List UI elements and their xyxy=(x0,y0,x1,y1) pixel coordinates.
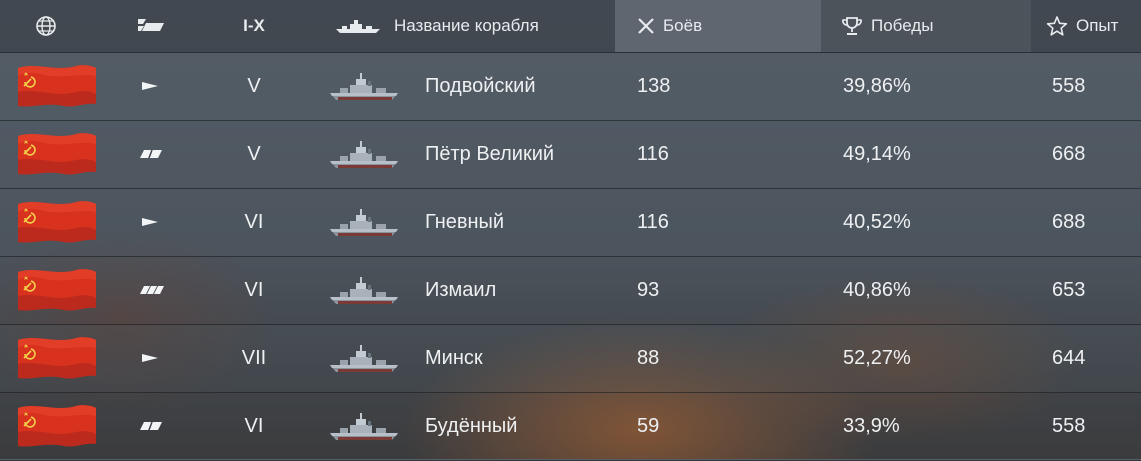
xp-cell: 668 xyxy=(1052,143,1086,165)
xp-cell: 688 xyxy=(1052,211,1086,233)
tier-cell: VI xyxy=(244,211,264,233)
battles-cell: 59 xyxy=(637,415,660,437)
winrate-cell: 33,9% xyxy=(843,415,900,437)
ussr-flag-icon xyxy=(16,266,98,314)
tier-cell: VII xyxy=(241,347,267,369)
battles-cell: 138 xyxy=(637,75,671,97)
star-icon xyxy=(1046,15,1068,37)
xp-cell: 653 xyxy=(1052,279,1086,301)
ship-type-icon xyxy=(136,17,166,35)
table-row[interactable]: VI Измаил 93 40,86% 653 xyxy=(0,257,1141,325)
ship-image xyxy=(328,139,400,173)
destroyer-type-icon xyxy=(142,354,158,362)
destroyer-type-icon xyxy=(142,82,158,90)
ship-rows: V Подвойский 138 39,86% 558 V Пётр Велик… xyxy=(0,53,1141,461)
destroyer-type-icon xyxy=(142,218,158,226)
winrate-cell: 39,86% xyxy=(843,75,911,97)
winrate-cell: 52,27% xyxy=(843,347,911,369)
ussr-flag-icon xyxy=(16,198,98,246)
ship-name-cell: Будённый xyxy=(425,415,518,437)
winrate-cell: 40,52% xyxy=(843,211,911,233)
ship-image xyxy=(328,275,400,309)
table-row[interactable]: VII Минск 88 52,27% 644 xyxy=(0,325,1141,393)
ussr-flag-icon xyxy=(16,130,98,178)
ship-name-cell: Минск xyxy=(425,347,483,369)
trophy-icon xyxy=(841,16,863,36)
battles-cell: 93 xyxy=(637,279,660,301)
battles-cell: 116 xyxy=(637,143,669,165)
wins-column-header[interactable]: Победы xyxy=(821,0,1031,52)
battles-header-label: Боёв xyxy=(663,16,703,35)
cruiser-type-icon xyxy=(140,149,162,159)
ship-name-cell: Измаил xyxy=(425,279,497,301)
ship-name-cell: Гневный xyxy=(425,211,505,233)
ship-name-column-header[interactable]: Название корабля xyxy=(336,0,616,52)
ship-name-header-label: Название корабля xyxy=(394,16,539,35)
xp-header-label: Опыт xyxy=(1076,16,1119,35)
table-row[interactable]: VI Будённый 59 33,9% 558 xyxy=(0,393,1141,461)
ship-image xyxy=(328,343,400,377)
type-column-header[interactable] xyxy=(125,0,177,52)
ship-silhouette-icon xyxy=(336,19,380,33)
tier-cell: V xyxy=(247,143,261,165)
ussr-flag-icon xyxy=(16,402,98,450)
ussr-flag-icon xyxy=(16,62,98,110)
wins-header-label: Победы xyxy=(871,16,934,35)
nation-column-header[interactable] xyxy=(0,0,92,52)
xp-cell: 558 xyxy=(1052,415,1086,437)
xp-cell: 558 xyxy=(1052,75,1086,97)
tier-cell: VI xyxy=(244,415,264,437)
ship-stats-table: I-X Название корабля Боёв Победы Опыт V … xyxy=(0,0,1141,461)
battleship-type-icon xyxy=(140,286,164,294)
cruiser-type-icon xyxy=(140,421,162,431)
ship-image xyxy=(328,411,400,445)
tier-cell: VI xyxy=(244,279,264,301)
battles-column-header[interactable]: Боёв xyxy=(615,0,821,52)
xp-cell: 644 xyxy=(1052,347,1086,369)
table-row[interactable]: V Подвойский 138 39,86% 558 xyxy=(0,53,1141,121)
winrate-cell: 49,14% xyxy=(843,143,911,165)
tier-header-label: I-X xyxy=(243,16,265,35)
table-row[interactable]: VI Гневный 116 40,52% 688 xyxy=(0,189,1141,257)
globe-icon xyxy=(35,15,57,37)
xp-column-header[interactable]: Опыт xyxy=(1046,0,1141,52)
ship-name-cell: Подвойский xyxy=(425,75,536,97)
crossed-swords-icon xyxy=(637,17,655,35)
battles-cell: 88 xyxy=(637,347,660,369)
ship-image xyxy=(328,71,400,105)
tier-column-header[interactable]: I-X xyxy=(232,0,276,52)
winrate-cell: 40,86% xyxy=(843,279,911,301)
table-row[interactable]: V Пётр Великий 116 49,14% 668 xyxy=(0,121,1141,189)
ship-image xyxy=(328,207,400,241)
table-header: I-X Название корабля Боёв Победы Опыт xyxy=(0,0,1141,53)
battles-cell: 116 xyxy=(637,211,669,233)
ship-name-cell: Пётр Великий xyxy=(425,143,555,165)
tier-cell: V xyxy=(247,75,261,97)
ussr-flag-icon xyxy=(16,334,98,382)
